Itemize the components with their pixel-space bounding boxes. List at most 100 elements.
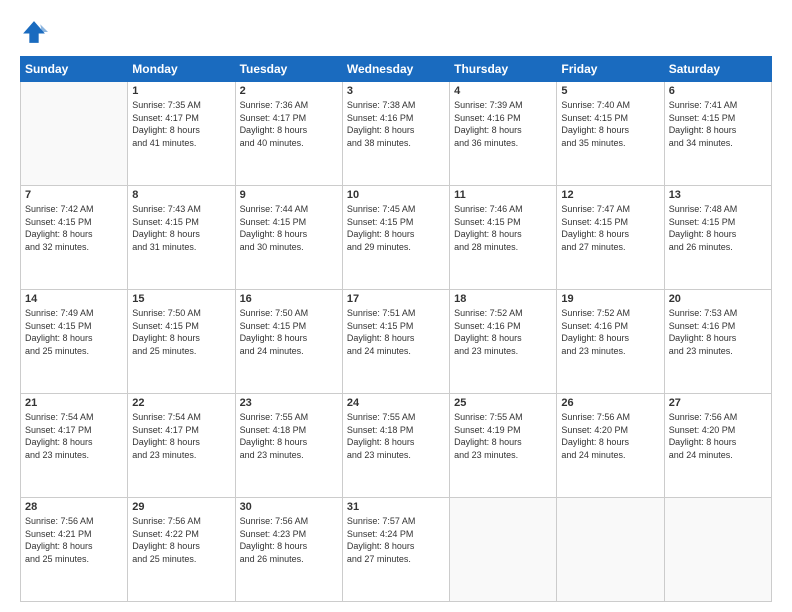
cell-info: Sunrise: 7:39 AMSunset: 4:16 PMDaylight:… <box>454 99 552 149</box>
calendar-cell: 18 Sunrise: 7:52 AMSunset: 4:16 PMDayligh… <box>450 290 557 394</box>
cell-info: Sunrise: 7:50 AMSunset: 4:15 PMDaylight:… <box>240 307 338 357</box>
calendar-cell: 7 Sunrise: 7:42 AMSunset: 4:15 PMDaylight… <box>21 186 128 290</box>
calendar-week-row: 14 Sunrise: 7:49 AMSunset: 4:15 PMDayligh… <box>21 290 772 394</box>
day-number: 14 <box>25 293 123 305</box>
cell-info: Sunrise: 7:42 AMSunset: 4:15 PMDaylight:… <box>25 203 123 253</box>
cell-info: Sunrise: 7:54 AMSunset: 4:17 PMDaylight:… <box>132 411 230 461</box>
weekday-header-cell: Sunday <box>21 57 128 82</box>
day-number: 18 <box>454 293 552 305</box>
day-number: 6 <box>669 85 767 97</box>
cell-info: Sunrise: 7:49 AMSunset: 4:15 PMDaylight:… <box>25 307 123 357</box>
day-number: 5 <box>561 85 659 97</box>
cell-info: Sunrise: 7:45 AMSunset: 4:15 PMDaylight:… <box>347 203 445 253</box>
calendar-cell <box>21 82 128 186</box>
calendar-cell: 30 Sunrise: 7:56 AMSunset: 4:23 PMDayligh… <box>235 498 342 602</box>
weekday-header-cell: Friday <box>557 57 664 82</box>
calendar-cell: 8 Sunrise: 7:43 AMSunset: 4:15 PMDaylight… <box>128 186 235 290</box>
calendar-cell: 29 Sunrise: 7:56 AMSunset: 4:22 PMDayligh… <box>128 498 235 602</box>
calendar-table: SundayMondayTuesdayWednesdayThursdayFrid… <box>20 56 772 602</box>
calendar-cell: 2 Sunrise: 7:36 AMSunset: 4:17 PMDaylight… <box>235 82 342 186</box>
calendar-cell: 10Sunrise: 7:45 AMSunset: 4:15 PMDayligh… <box>342 186 449 290</box>
cell-info: Sunrise: 7:46 AMSunset: 4:15 PMDaylight:… <box>454 203 552 253</box>
calendar-cell: 4 Sunrise: 7:39 AMSunset: 4:16 PMDaylight… <box>450 82 557 186</box>
calendar-cell: 23 Sunrise: 7:55 AMSunset: 4:18 PMDayligh… <box>235 394 342 498</box>
calendar-cell: 12Sunrise: 7:47 AMSunset: 4:15 PMDayligh… <box>557 186 664 290</box>
cell-info: Sunrise: 7:43 AMSunset: 4:15 PMDaylight:… <box>132 203 230 253</box>
calendar-cell: 21 Sunrise: 7:54 AMSunset: 4:17 PMDayligh… <box>21 394 128 498</box>
cell-info: Sunrise: 7:56 AMSunset: 4:20 PMDaylight:… <box>561 411 659 461</box>
cell-info: Sunrise: 7:56 AMSunset: 4:23 PMDaylight:… <box>240 515 338 565</box>
calendar-week-row: 7 Sunrise: 7:42 AMSunset: 4:15 PMDaylight… <box>21 186 772 290</box>
day-number: 8 <box>132 189 230 201</box>
calendar-cell: 9 Sunrise: 7:44 AMSunset: 4:15 PMDaylight… <box>235 186 342 290</box>
calendar-cell: 3Sunrise: 7:38 AMSunset: 4:16 PMDaylight… <box>342 82 449 186</box>
calendar-cell: 27 Sunrise: 7:56 AMSunset: 4:20 PMDayligh… <box>664 394 771 498</box>
logo <box>20 18 52 46</box>
calendar-cell: 17 Sunrise: 7:51 AMSunset: 4:15 PMDayligh… <box>342 290 449 394</box>
cell-info: Sunrise: 7:41 AMSunset: 4:15 PMDaylight:… <box>669 99 767 149</box>
calendar-cell <box>450 498 557 602</box>
day-number: 11 <box>454 189 552 201</box>
calendar-cell: 16 Sunrise: 7:50 AMSunset: 4:15 PMDayligh… <box>235 290 342 394</box>
cell-info: Sunrise: 7:56 AMSunset: 4:20 PMDaylight:… <box>669 411 767 461</box>
cell-info: Sunrise: 7:53 AMSunset: 4:16 PMDaylight:… <box>669 307 767 357</box>
calendar-cell: 1Sunrise: 7:35 AMSunset: 4:17 PMDaylight… <box>128 82 235 186</box>
calendar-cell: 25 Sunrise: 7:55 AMSunset: 4:19 PMDayligh… <box>450 394 557 498</box>
cell-info: Sunrise: 7:55 AMSunset: 4:18 PMDaylight:… <box>347 411 445 461</box>
day-number: 2 <box>240 85 338 97</box>
cell-info: Sunrise: 7:35 AMSunset: 4:17 PMDaylight:… <box>132 99 230 149</box>
day-number: 28 <box>25 501 123 513</box>
day-number: 4 <box>454 85 552 97</box>
calendar-cell: 6 Sunrise: 7:41 AMSunset: 4:15 PMDaylight… <box>664 82 771 186</box>
calendar-week-row: 1Sunrise: 7:35 AMSunset: 4:17 PMDaylight… <box>21 82 772 186</box>
cell-info: Sunrise: 7:47 AMSunset: 4:15 PMDaylight:… <box>561 203 659 253</box>
day-number: 7 <box>25 189 123 201</box>
day-number: 25 <box>454 397 552 409</box>
calendar-week-row: 28 Sunrise: 7:56 AMSunset: 4:21 PMDayligh… <box>21 498 772 602</box>
weekday-header-cell: Tuesday <box>235 57 342 82</box>
day-number: 19 <box>561 293 659 305</box>
weekday-header-cell: Wednesday <box>342 57 449 82</box>
cell-info: Sunrise: 7:36 AMSunset: 4:17 PMDaylight:… <box>240 99 338 149</box>
day-number: 3 <box>347 85 445 97</box>
weekday-header-cell: Saturday <box>664 57 771 82</box>
logo-icon <box>20 18 48 46</box>
day-number: 30 <box>240 501 338 513</box>
calendar-cell <box>664 498 771 602</box>
day-number: 17 <box>347 293 445 305</box>
day-number: 27 <box>669 397 767 409</box>
cell-info: Sunrise: 7:56 AMSunset: 4:21 PMDaylight:… <box>25 515 123 565</box>
cell-info: Sunrise: 7:48 AMSunset: 4:15 PMDaylight:… <box>669 203 767 253</box>
calendar-cell: 26 Sunrise: 7:56 AMSunset: 4:20 PMDayligh… <box>557 394 664 498</box>
cell-info: Sunrise: 7:52 AMSunset: 4:16 PMDaylight:… <box>454 307 552 357</box>
day-number: 22 <box>132 397 230 409</box>
calendar-cell: 28 Sunrise: 7:56 AMSunset: 4:21 PMDayligh… <box>21 498 128 602</box>
calendar-cell: 13Sunrise: 7:48 AMSunset: 4:15 PMDayligh… <box>664 186 771 290</box>
cell-info: Sunrise: 7:55 AMSunset: 4:19 PMDaylight:… <box>454 411 552 461</box>
calendar-cell: 24 Sunrise: 7:55 AMSunset: 4:18 PMDayligh… <box>342 394 449 498</box>
day-number: 29 <box>132 501 230 513</box>
day-number: 9 <box>240 189 338 201</box>
day-number: 21 <box>25 397 123 409</box>
cell-info: Sunrise: 7:55 AMSunset: 4:18 PMDaylight:… <box>240 411 338 461</box>
day-number: 16 <box>240 293 338 305</box>
cell-info: Sunrise: 7:44 AMSunset: 4:15 PMDaylight:… <box>240 203 338 253</box>
cell-info: Sunrise: 7:40 AMSunset: 4:15 PMDaylight:… <box>561 99 659 149</box>
cell-info: Sunrise: 7:57 AMSunset: 4:24 PMDaylight:… <box>347 515 445 565</box>
header <box>20 18 772 46</box>
day-number: 23 <box>240 397 338 409</box>
day-number: 31 <box>347 501 445 513</box>
day-number: 26 <box>561 397 659 409</box>
cell-info: Sunrise: 7:51 AMSunset: 4:15 PMDaylight:… <box>347 307 445 357</box>
weekday-header-row: SundayMondayTuesdayWednesdayThursdayFrid… <box>21 57 772 82</box>
weekday-header-cell: Monday <box>128 57 235 82</box>
cell-info: Sunrise: 7:56 AMSunset: 4:22 PMDaylight:… <box>132 515 230 565</box>
calendar-cell: 31 Sunrise: 7:57 AMSunset: 4:24 PMDayligh… <box>342 498 449 602</box>
calendar-cell: 14 Sunrise: 7:49 AMSunset: 4:15 PMDayligh… <box>21 290 128 394</box>
cell-info: Sunrise: 7:52 AMSunset: 4:16 PMDaylight:… <box>561 307 659 357</box>
calendar-cell <box>557 498 664 602</box>
calendar-cell: 19 Sunrise: 7:52 AMSunset: 4:16 PMDayligh… <box>557 290 664 394</box>
cell-info: Sunrise: 7:50 AMSunset: 4:15 PMDaylight:… <box>132 307 230 357</box>
day-number: 24 <box>347 397 445 409</box>
cell-info: Sunrise: 7:54 AMSunset: 4:17 PMDaylight:… <box>25 411 123 461</box>
